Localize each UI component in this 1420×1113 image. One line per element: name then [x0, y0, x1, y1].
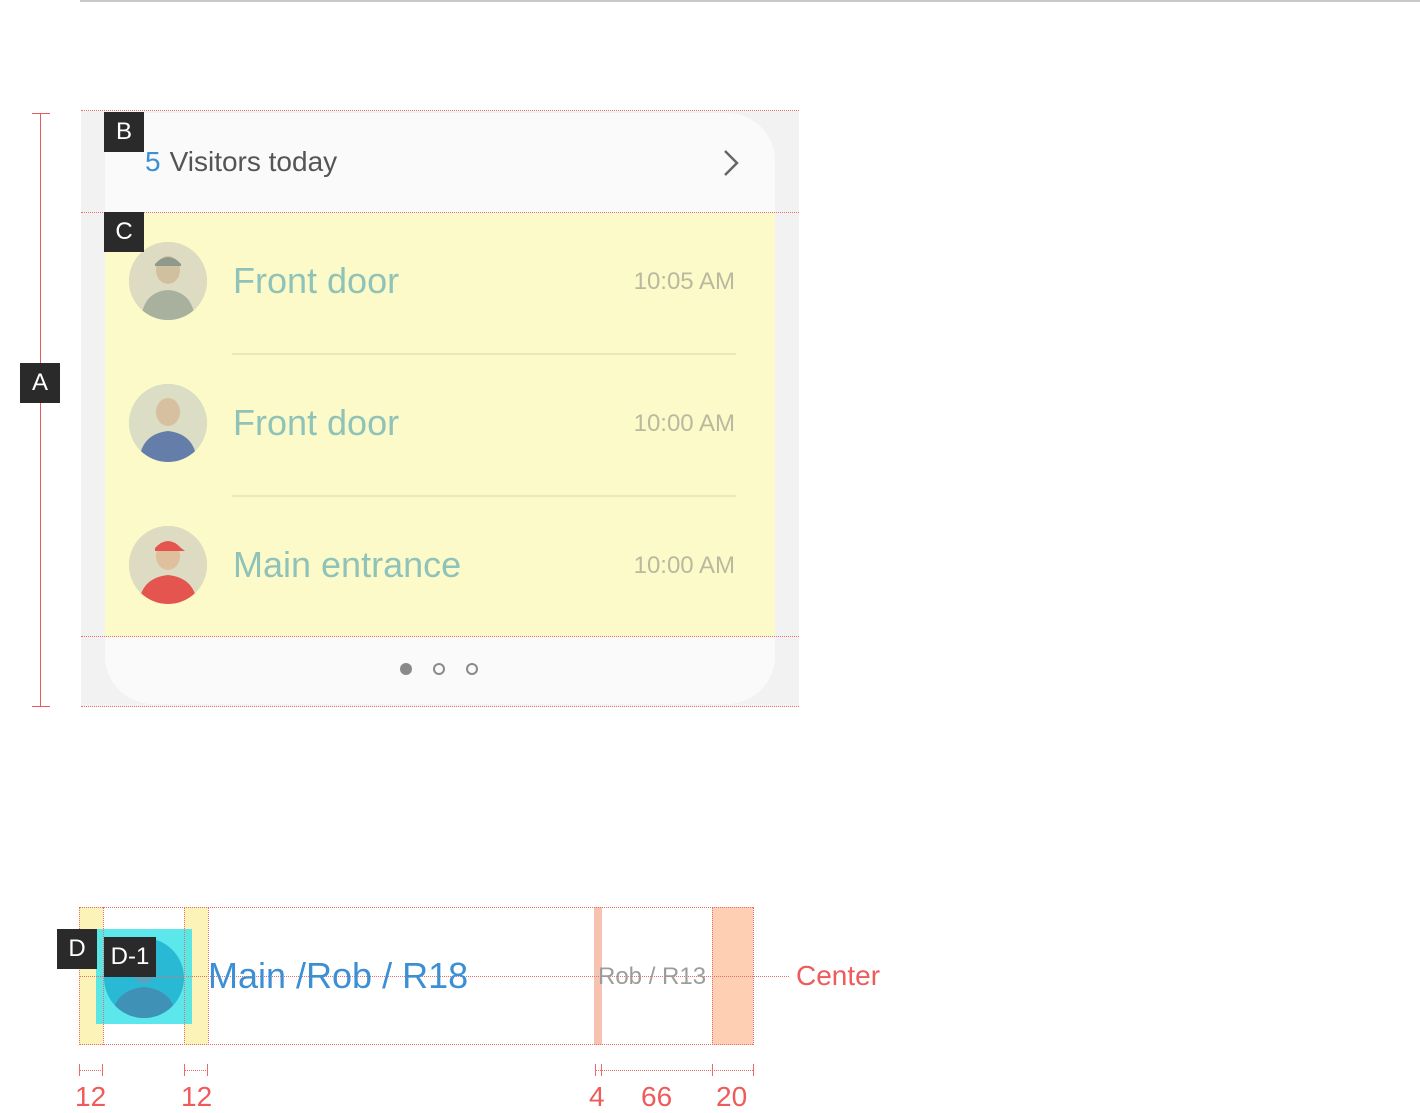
dimension-right-padding: 20 [716, 1081, 748, 1112]
guide-line [79, 907, 753, 908]
visitor-count: 5 [145, 146, 161, 177]
marker-a: A [20, 363, 60, 403]
page-dot[interactable] [466, 663, 478, 675]
height-bracket [40, 114, 41, 706]
dimension-line [79, 1070, 103, 1071]
guide-line [753, 907, 754, 1045]
dimension-tick [753, 1064, 754, 1076]
page-dot-active[interactable] [400, 663, 412, 675]
dimension-tick [184, 1064, 185, 1076]
dimension-tick [207, 1064, 208, 1076]
visitor-row[interactable]: Main entrance 10:00 AM [105, 497, 775, 639]
visitor-location: Front door [233, 260, 400, 301]
page-indicator[interactable] [399, 662, 489, 680]
visitor-list: Front door 10:05 AM Front door 10:00 AM … [105, 213, 775, 637]
widget-header[interactable]: 5 Visitors today [145, 142, 337, 182]
marker-d-1: D-1 [104, 937, 156, 977]
top-divider [80, 0, 1420, 2]
height-bracket-bottom [32, 706, 50, 707]
dimension-time-width: 66 [641, 1081, 673, 1112]
visitor-location: Main entrance [233, 544, 462, 585]
dimension-line [184, 1070, 208, 1071]
dimension-tick [601, 1064, 602, 1076]
visit-time: 10:00 AM [633, 552, 735, 579]
guide-line [81, 636, 799, 637]
visit-time: 10:00 AM [633, 410, 735, 437]
guide-line [712, 907, 713, 1045]
page-dot[interactable] [433, 663, 445, 675]
dimension-time-gap: 4 [589, 1081, 605, 1112]
dimension-line [595, 1070, 753, 1071]
dimension-avatar-gap: 12 [181, 1081, 213, 1112]
widget-title: Visitors today [169, 146, 338, 177]
visitor-row[interactable]: Front door 10:00 AM [105, 355, 775, 497]
visitor-row[interactable]: Front door 10:05 AM [105, 213, 775, 355]
dimension-tick [79, 1064, 80, 1076]
guide-line [184, 907, 185, 1045]
visit-time: 10:05 AM [633, 268, 735, 295]
dimension-tick [102, 1064, 103, 1076]
visitor-avatar-icon [129, 242, 207, 320]
guide-line [79, 907, 80, 1045]
visitor-location: Front door [233, 402, 400, 443]
dimension-left-padding: 12 [75, 1081, 107, 1112]
dimension-tick [595, 1064, 596, 1076]
time-font-spec: Rob / R13 [598, 963, 707, 990]
guide-line [79, 1044, 753, 1045]
guide-line [81, 212, 799, 213]
center-label: Center [796, 960, 881, 991]
dimension-tick [712, 1064, 713, 1076]
chevron-right-icon[interactable] [716, 148, 746, 178]
visitor-avatar-icon [129, 384, 207, 462]
title-font-spec: Main /Rob / R18 [208, 955, 469, 996]
guide-line [81, 110, 799, 111]
marker-d: D [57, 929, 97, 969]
marker-c: C [104, 212, 144, 252]
guide-line [81, 706, 799, 707]
height-bracket-top [32, 113, 50, 114]
visitor-avatar-icon [129, 526, 207, 604]
marker-b: B [104, 112, 144, 152]
